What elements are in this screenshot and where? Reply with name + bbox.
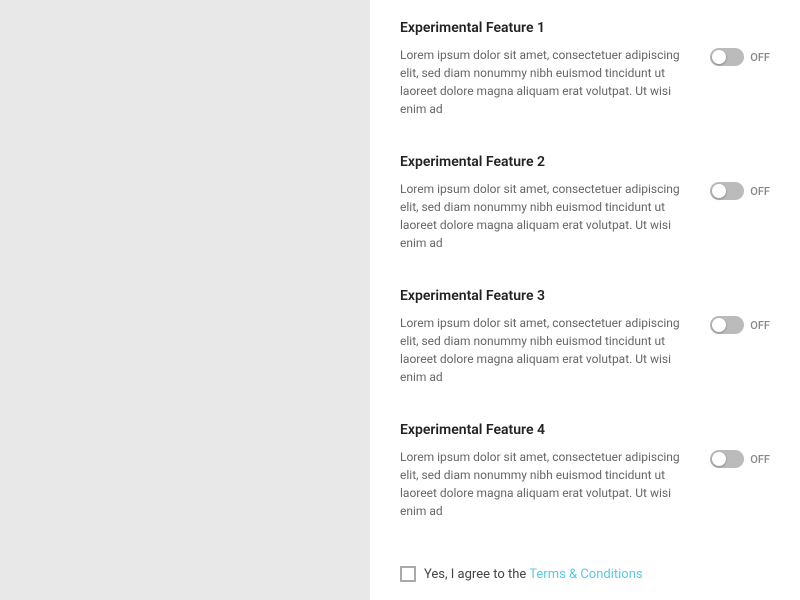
toggle-label-1: OFF	[750, 51, 770, 64]
toggle-label-3: OFF	[750, 319, 770, 332]
toggle-container-3: OFF	[710, 316, 770, 334]
terms-text: Yes, I agree to the Terms & Conditions	[424, 567, 643, 582]
feature-title-3: Experimental Feature 3	[400, 288, 770, 304]
feature-title-2: Experimental Feature 2	[400, 154, 770, 170]
feature-title-1: Experimental Feature 1	[400, 20, 770, 36]
right-panel: Experimental Feature 1 Lorem ipsum dolor …	[370, 0, 800, 600]
feature-row-4: Lorem ipsum dolor sit amet, consectetuer…	[400, 448, 770, 520]
toggle-container-4: OFF	[710, 450, 770, 468]
toggle-2[interactable]	[710, 182, 744, 200]
feature-row-2: Lorem ipsum dolor sit amet, consectetuer…	[400, 180, 770, 252]
toggle-3[interactable]	[710, 316, 744, 334]
feature-title-4: Experimental Feature 4	[400, 422, 770, 438]
feature-item-3: Experimental Feature 3 Lorem ipsum dolor …	[400, 288, 770, 404]
toggle-label-2: OFF	[750, 185, 770, 198]
feature-row-3: Lorem ipsum dolor sit amet, consectetuer…	[400, 314, 770, 386]
feature-item-4: Experimental Feature 4 Lorem ipsum dolor …	[400, 422, 770, 538]
left-panel	[0, 0, 370, 600]
feature-item-2: Experimental Feature 2 Lorem ipsum dolor …	[400, 154, 770, 270]
terms-prefix: Yes, I agree to the	[424, 567, 529, 582]
feature-description-4: Lorem ipsum dolor sit amet, consectetuer…	[400, 448, 694, 520]
features-container: Experimental Feature 1 Lorem ipsum dolor …	[400, 20, 770, 556]
toggle-label-4: OFF	[750, 453, 770, 466]
toggle-1[interactable]	[710, 48, 744, 66]
terms-link[interactable]: Terms & Conditions	[529, 567, 642, 582]
terms-checkbox[interactable]	[400, 566, 416, 582]
toggle-container-1: OFF	[710, 48, 770, 66]
feature-item-1: Experimental Feature 1 Lorem ipsum dolor …	[400, 20, 770, 136]
feature-description-2: Lorem ipsum dolor sit amet, consectetuer…	[400, 180, 694, 252]
feature-description-3: Lorem ipsum dolor sit amet, consectetuer…	[400, 314, 694, 386]
toggle-container-2: OFF	[710, 182, 770, 200]
terms-row: Yes, I agree to the Terms & Conditions	[400, 566, 770, 582]
feature-row-1: Lorem ipsum dolor sit amet, consectetuer…	[400, 46, 770, 118]
feature-description-1: Lorem ipsum dolor sit amet, consectetuer…	[400, 46, 694, 118]
toggle-4[interactable]	[710, 450, 744, 468]
